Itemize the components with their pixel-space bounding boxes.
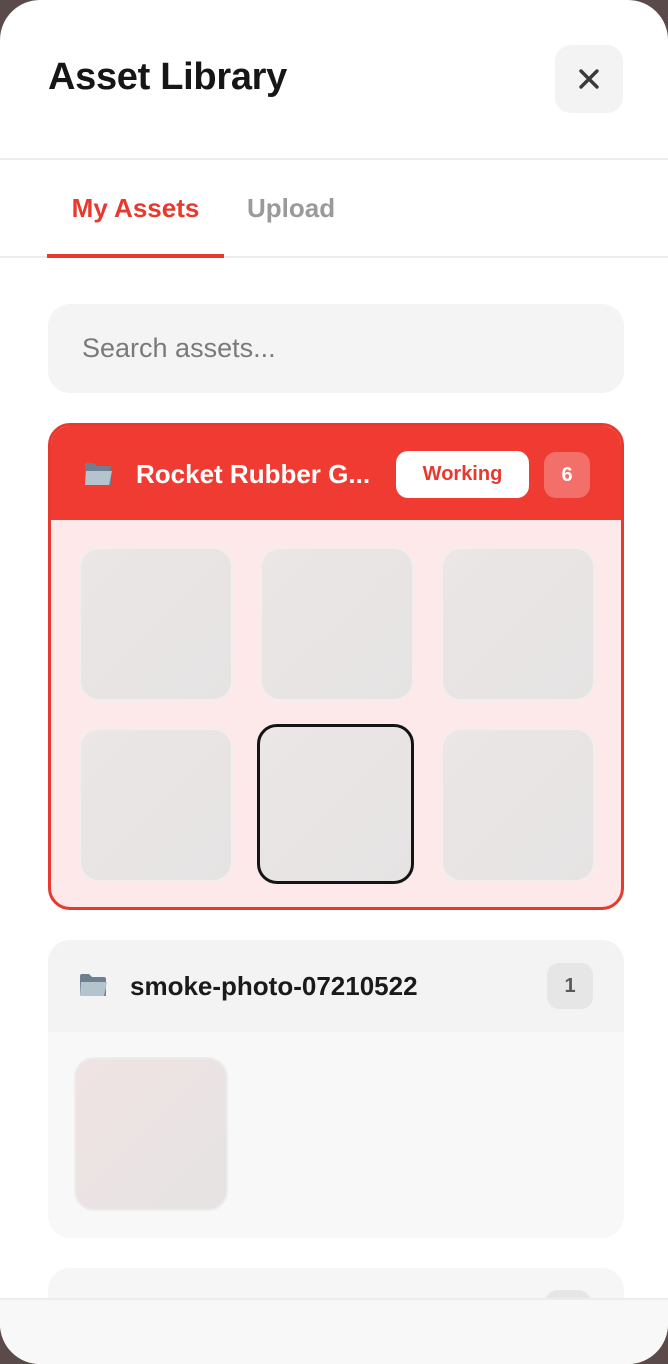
folder-header[interactable]: Rocket Rubber G... Working 6 xyxy=(51,426,621,520)
tab-bar: My Assets Upload xyxy=(0,160,668,258)
asset-count-badge: 6 xyxy=(544,452,590,498)
search-input[interactable] xyxy=(48,304,624,393)
panel-footer xyxy=(0,1298,668,1364)
folder-name: smoke-photo-07210522 xyxy=(130,971,418,1001)
close-icon xyxy=(579,69,599,89)
folder-card-active[interactable]: Rocket Rubber G... Working 6 xyxy=(48,423,624,910)
status-badge: Working xyxy=(396,451,529,498)
asset-thumbnail-6[interactable] xyxy=(441,728,595,882)
tab-my-assets[interactable]: My Assets xyxy=(47,160,224,258)
asset-thumbnail-2[interactable] xyxy=(260,547,414,701)
panel-header: Asset Library xyxy=(0,0,668,160)
asset-thumbnail-3[interactable] xyxy=(441,547,595,701)
asset-count-badge: 1 xyxy=(547,963,593,1009)
asset-thumbnail-1[interactable] xyxy=(74,1057,228,1211)
tab-upload[interactable]: Upload xyxy=(247,160,335,256)
asset-thumbnail-1[interactable] xyxy=(79,547,233,701)
folder-name: Rocket Rubber G... xyxy=(136,459,371,489)
panel-title: Asset Library xyxy=(48,56,287,98)
asset-thumbnail-4[interactable] xyxy=(79,728,233,882)
close-button[interactable] xyxy=(555,45,623,113)
folder-icon xyxy=(85,463,112,485)
folder-card[interactable]: smoke-photo-07210522 1 xyxy=(48,940,624,1238)
asset-library-panel: Asset Library My Assets Upload Rocket Ru… xyxy=(0,0,668,1364)
folder-header[interactable]: smoke-photo-07210522 1 xyxy=(48,940,624,1032)
folder-icon xyxy=(80,974,107,996)
asset-thumbnail-5-selected[interactable] xyxy=(257,724,414,884)
